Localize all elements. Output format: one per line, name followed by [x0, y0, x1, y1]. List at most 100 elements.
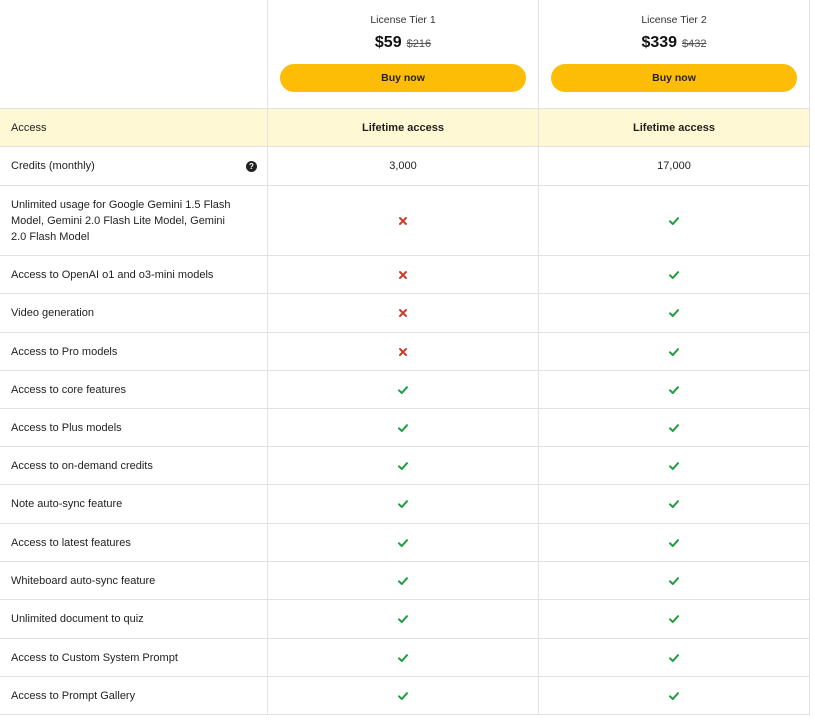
cross-icon: [397, 307, 409, 319]
tier-2-feature-cell: [539, 256, 810, 294]
feature-row: Whiteboard auto-sync feature: [0, 562, 811, 600]
feature-label: Access to Pro models: [0, 333, 268, 371]
tier-1-feature-cell: [268, 186, 539, 256]
cross-icon: [397, 215, 409, 227]
check-icon: [668, 690, 680, 702]
feature-row: Unlimited document to quiz: [0, 600, 811, 639]
feature-row: Access to core features: [0, 371, 811, 409]
plan-header-row: License Tier 1 $59 $216 Buy now License …: [0, 0, 811, 109]
feature-label: Access to OpenAI o1 and o3-mini models: [0, 256, 268, 294]
tier-2-feature-cell: [539, 371, 810, 409]
tier-2-feature-cell: [539, 677, 810, 715]
tier-1-feature-cell: [268, 409, 539, 447]
cross-icon: [397, 269, 409, 281]
tier-1-feature-cell: [268, 447, 539, 485]
current-price: $59: [374, 34, 402, 51]
feature-label: Access to on-demand credits: [0, 447, 268, 485]
tier-2-feature-cell: [539, 447, 810, 485]
tier-2-feature-cell: [539, 485, 810, 524]
tier-2-access-value: Lifetime access: [539, 109, 810, 147]
check-icon: [668, 498, 680, 510]
feature-label: Access to Custom System Prompt: [0, 639, 268, 677]
feature-row: Access to latest features: [0, 524, 811, 562]
access-row: Access Lifetime access Lifetime access: [0, 109, 811, 147]
feature-row: Access to Custom System Prompt: [0, 639, 811, 677]
check-icon: [397, 613, 409, 625]
check-icon: [668, 384, 680, 396]
feature-row: Access to Prompt Gallery: [0, 677, 811, 715]
feature-row: Access to Pro models: [0, 333, 811, 371]
check-icon: [397, 652, 409, 664]
feature-label: Whiteboard auto-sync feature: [0, 562, 268, 600]
feature-label: Unlimited usage for Google Gemini 1.5 Fl…: [0, 186, 268, 256]
tier-2-feature-cell: [539, 600, 810, 639]
feature-label: Access to core features: [0, 371, 268, 409]
check-icon: [668, 460, 680, 472]
cross-icon: [397, 346, 409, 358]
row-label: Credits (monthly): [11, 160, 95, 172]
tier-1-feature-cell: [268, 600, 539, 639]
credits-label-cell: Credits (monthly) ?: [0, 147, 268, 186]
check-icon: [668, 307, 680, 319]
price-row: $59 $216: [375, 34, 431, 58]
tier-1-feature-cell: [268, 562, 539, 600]
tier-2-credits-value: 17,000: [539, 147, 810, 186]
check-icon: [397, 384, 409, 396]
plan-name: License Tier 1: [370, 14, 436, 26]
price-row: $339 $432: [641, 34, 706, 58]
tier-1-access-value: Lifetime access: [268, 109, 539, 147]
check-icon: [397, 498, 409, 510]
feature-row: Video generation: [0, 294, 811, 333]
check-icon: [668, 215, 680, 227]
feature-row: Access to OpenAI o1 and o3-mini models: [0, 256, 811, 294]
tier-1-feature-cell: [268, 333, 539, 371]
feature-row: Unlimited usage for Google Gemini 1.5 Fl…: [0, 186, 811, 256]
current-price: $339: [641, 34, 678, 51]
tier-1-feature-cell: [268, 524, 539, 562]
tier-2-feature-cell: [539, 524, 810, 562]
feature-label: Access to latest features: [0, 524, 268, 562]
tier-1-feature-cell: [268, 256, 539, 294]
check-icon: [668, 537, 680, 549]
feature-label: Access to Plus models: [0, 409, 268, 447]
check-icon: [668, 652, 680, 664]
check-icon: [668, 269, 680, 281]
tier-2-feature-cell: [539, 294, 810, 333]
check-icon: [397, 422, 409, 434]
check-icon: [668, 422, 680, 434]
buy-now-button-tier-2[interactable]: Buy now: [551, 64, 797, 92]
original-price: $432: [682, 38, 707, 50]
tier-1-feature-cell: [268, 485, 539, 524]
check-icon: [668, 575, 680, 587]
plan-name: License Tier 2: [641, 14, 707, 26]
plan-tier-1-header: License Tier 1 $59 $216 Buy now: [268, 0, 539, 109]
check-icon: [397, 575, 409, 587]
tier-2-feature-cell: [539, 409, 810, 447]
buy-now-button-tier-1[interactable]: Buy now: [280, 64, 526, 92]
plan-tier-2-header: License Tier 2 $339 $432 Buy now: [539, 0, 810, 109]
credits-row: Credits (monthly) ? 3,000 17,000: [0, 147, 811, 186]
feature-label: Access to Prompt Gallery: [0, 677, 268, 715]
check-icon: [397, 537, 409, 549]
tier-1-credits-value: 3,000: [268, 147, 539, 186]
check-icon: [668, 613, 680, 625]
row-label: Access: [0, 109, 268, 147]
feature-label: Video generation: [0, 294, 268, 333]
tier-2-feature-cell: [539, 562, 810, 600]
tier-2-feature-cell: [539, 639, 810, 677]
tier-1-feature-cell: [268, 371, 539, 409]
header-empty-cell: [0, 0, 268, 109]
pricing-comparison-table: License Tier 1 $59 $216 Buy now License …: [0, 0, 811, 715]
check-icon: [397, 690, 409, 702]
tier-2-feature-cell: [539, 333, 810, 371]
tier-2-feature-cell: [539, 186, 810, 256]
feature-label: Note auto-sync feature: [0, 485, 268, 524]
feature-rows: Unlimited usage for Google Gemini 1.5 Fl…: [0, 186, 811, 715]
tier-1-feature-cell: [268, 639, 539, 677]
tier-1-feature-cell: [268, 294, 539, 333]
check-icon: [668, 346, 680, 358]
original-price: $216: [406, 38, 432, 50]
feature-label: Unlimited document to quiz: [0, 600, 268, 639]
help-icon[interactable]: ?: [246, 161, 257, 172]
feature-row: Access to Plus models: [0, 409, 811, 447]
